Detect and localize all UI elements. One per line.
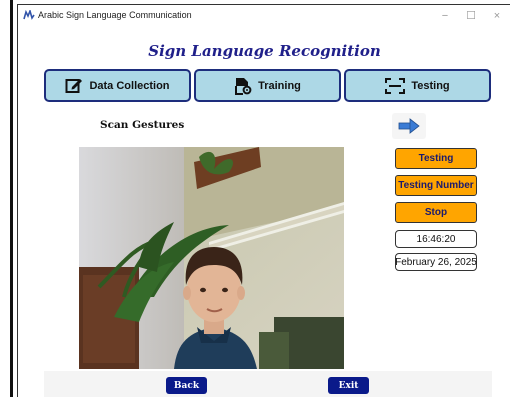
tab-data-collection[interactable]: Data Collection: [44, 69, 191, 102]
camera-preview: [79, 147, 344, 369]
app-icon: [23, 10, 35, 20]
testing-button[interactable]: Testing: [395, 148, 477, 169]
scan-icon: [385, 77, 406, 94]
exit-button[interactable]: Exit: [328, 377, 369, 394]
arrow-right-icon: [398, 118, 420, 134]
tab-testing[interactable]: Testing: [344, 69, 491, 102]
scan-gestures-label: Scan Gestures: [100, 119, 185, 131]
tab-training[interactable]: Training: [194, 69, 341, 102]
back-button[interactable]: Back: [166, 377, 207, 394]
stop-button[interactable]: Stop: [395, 202, 477, 223]
title-bar: Arabic Sign Language Communication − ☐ ×: [18, 5, 510, 27]
tab-label: Testing: [411, 79, 450, 92]
minimize-button[interactable]: −: [432, 8, 458, 24]
app-window: Arabic Sign Language Communication − ☐ ×…: [17, 4, 510, 397]
window-title: Arabic Sign Language Communication: [38, 10, 192, 20]
tab-label: Data Collection: [89, 79, 170, 92]
background-window-edge: [0, 0, 13, 397]
testing-number-button[interactable]: Testing Number: [395, 175, 477, 196]
next-button[interactable]: [392, 113, 426, 139]
edit-icon: [65, 79, 83, 93]
time-display: 16:46:20: [395, 230, 477, 248]
camera-frame-image: [79, 147, 344, 369]
bottom-bar: [44, 371, 492, 397]
file-settings-icon: [235, 77, 252, 95]
maximize-button[interactable]: ☐: [458, 8, 484, 24]
close-button[interactable]: ×: [484, 8, 510, 24]
tab-label: Training: [258, 79, 301, 92]
page-title: Sign Language Recognition: [148, 42, 381, 60]
date-display: February 26, 2025: [395, 253, 477, 271]
